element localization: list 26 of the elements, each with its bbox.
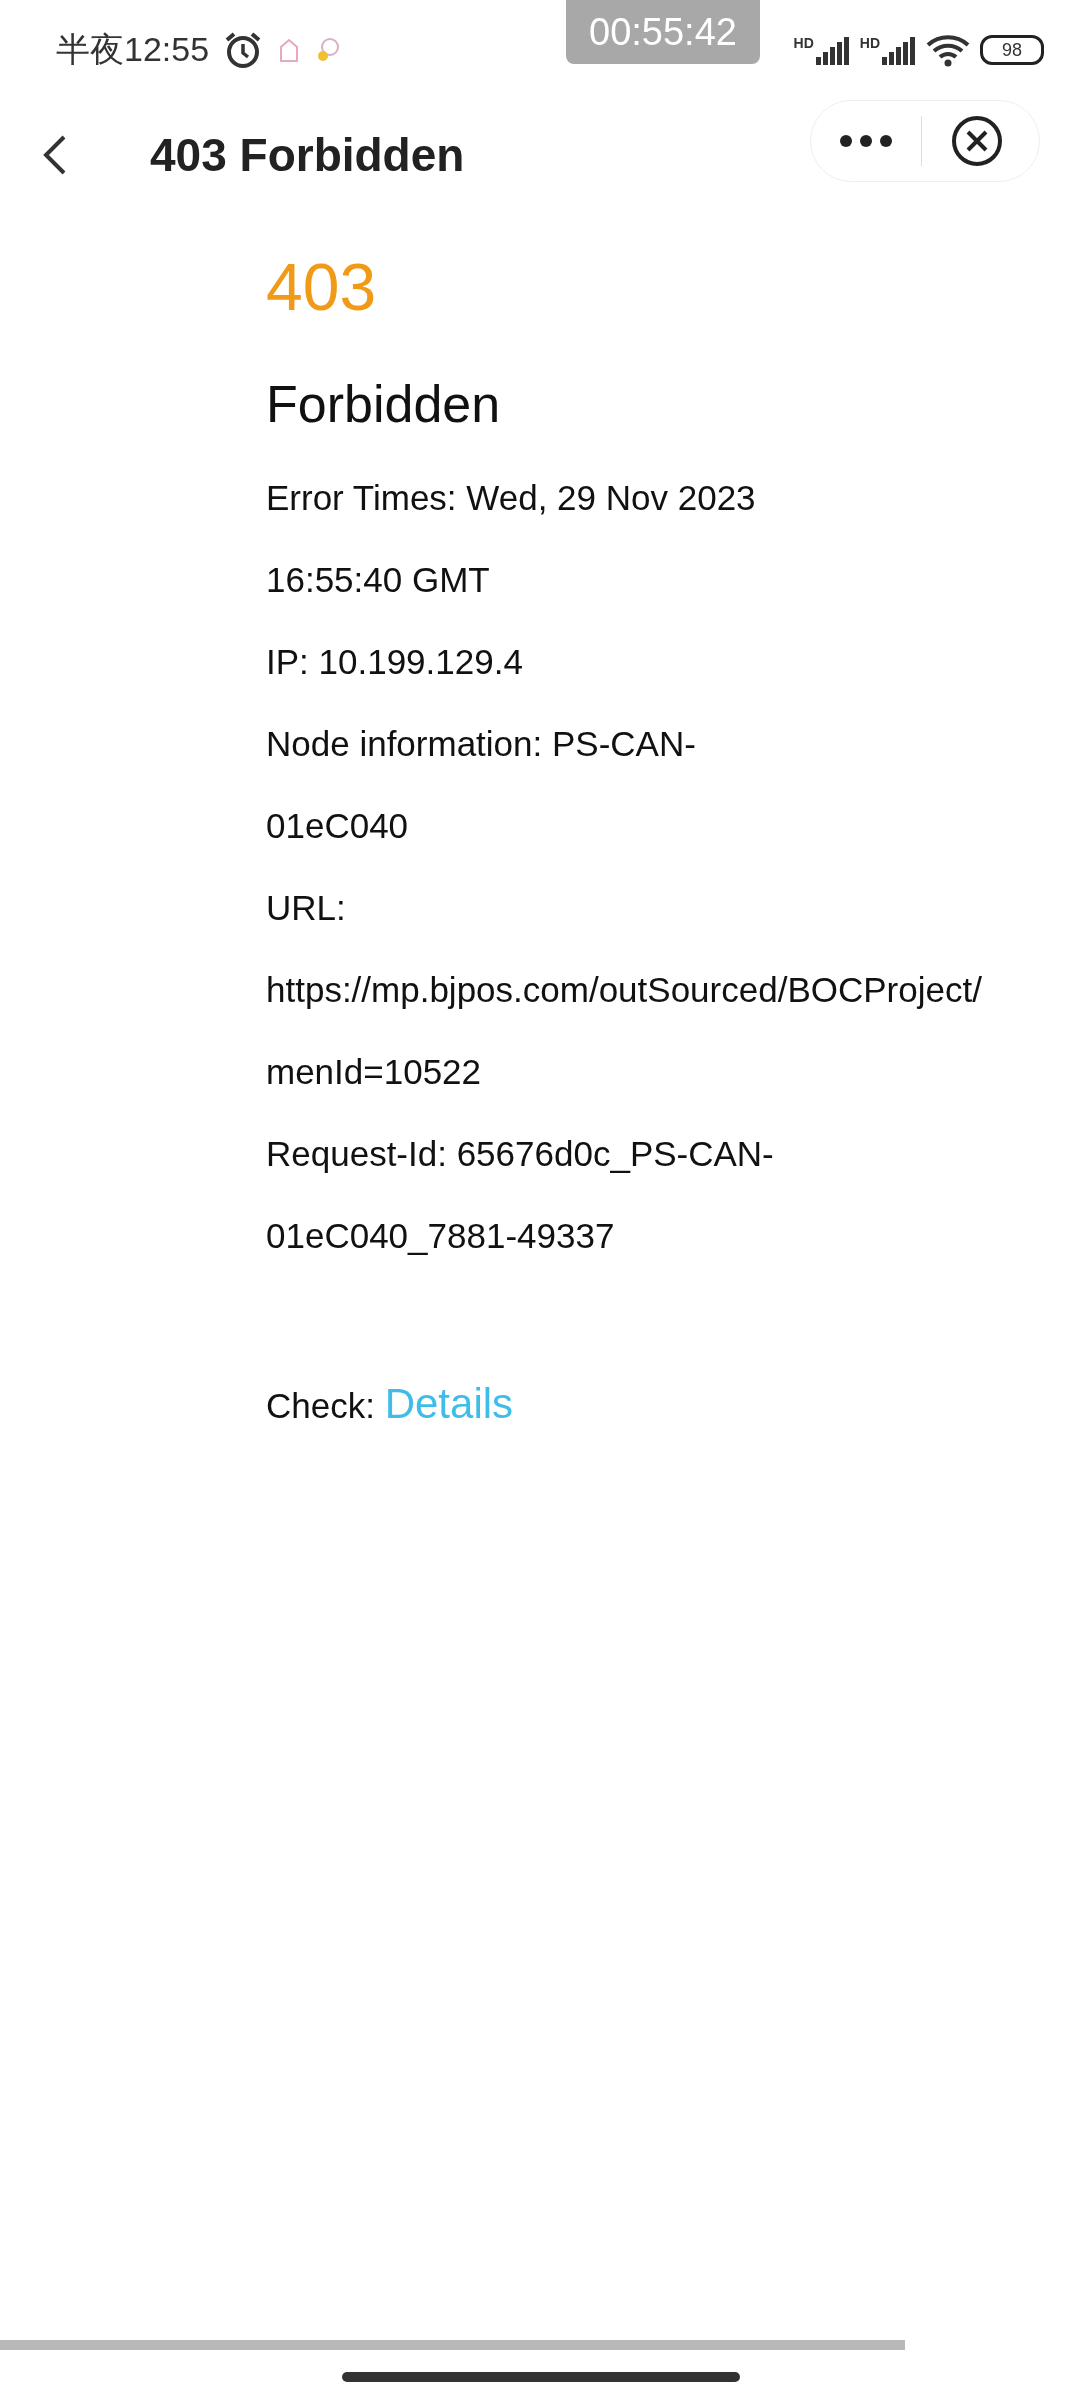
more-icon xyxy=(839,134,893,148)
error-detail-line: 01eC040 xyxy=(266,806,409,846)
error-detail-line: Request-Id: 65676d0c_PS-CAN- xyxy=(266,1134,774,1174)
signal-icon xyxy=(815,35,850,65)
wifi-icon xyxy=(926,33,970,67)
recording-timer: 00:55:42 xyxy=(566,0,760,64)
error-detail-line: menId=10522 xyxy=(266,1052,482,1092)
error-detail-line: IP: 10.199.129.4 xyxy=(266,642,523,682)
error-heading: Forbidden xyxy=(266,378,501,430)
battery-indicator: 98 xyxy=(980,35,1044,65)
signal-icon xyxy=(882,35,916,65)
error-detail-line: Node information: PS-CAN- xyxy=(266,724,696,764)
notification-icon xyxy=(315,37,342,63)
details-link[interactable]: Details xyxy=(384,1380,514,1427)
network-type-label: HD xyxy=(793,35,814,51)
error-detail-line: Error Times: Wed, 29 Nov 2023 xyxy=(266,478,756,518)
error-detail-line: 16:55:40 GMT xyxy=(266,560,490,600)
check-line: Check: Details xyxy=(266,1380,514,1428)
error-detail-line: https://mp.bjpos.com/outSourced/BOCProject/ xyxy=(266,970,982,1010)
error-detail-line: URL: xyxy=(266,888,346,928)
status-time: 半夜12:55 xyxy=(56,29,210,70)
error-code: 403 xyxy=(266,254,377,320)
close-icon xyxy=(951,115,1003,167)
error-detail-line: 01eC040_7881-49337 xyxy=(266,1216,615,1256)
network-type-label: HD xyxy=(859,35,880,51)
page-title: 403 Forbidden xyxy=(150,128,465,182)
